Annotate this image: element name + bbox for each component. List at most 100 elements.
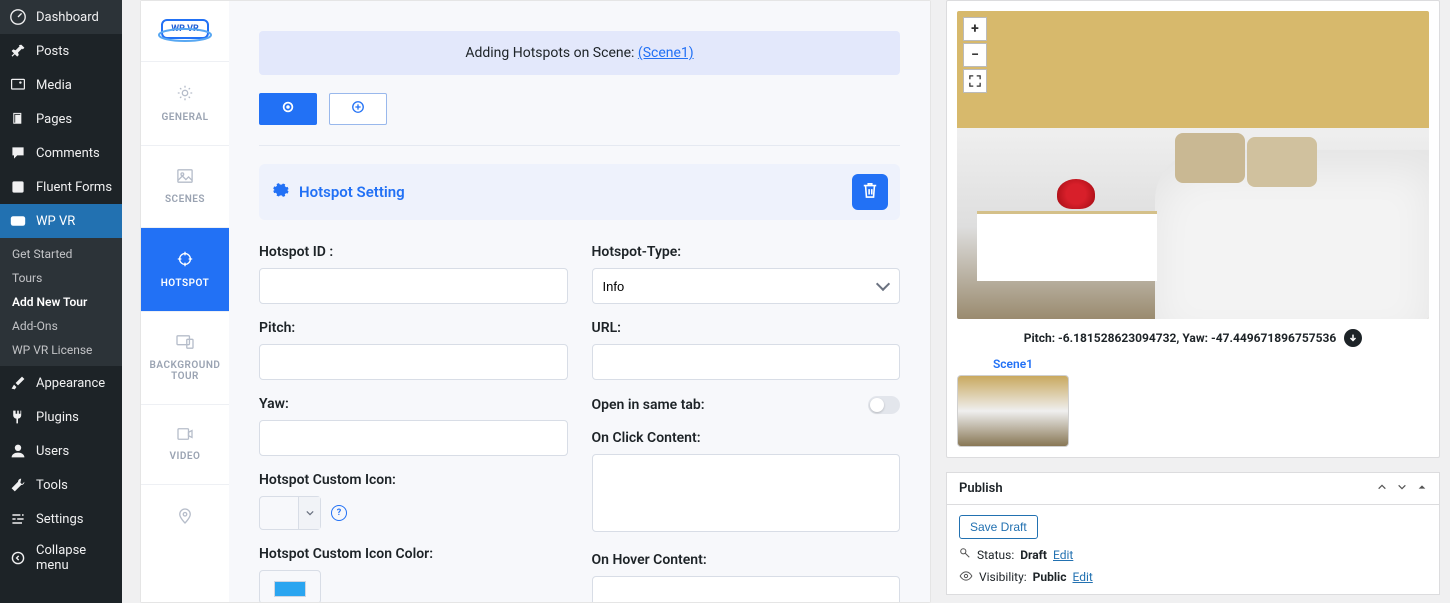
tab-more[interactable]	[141, 485, 229, 551]
trash-icon	[862, 181, 878, 203]
menu-label: Posts	[36, 44, 69, 59]
wpvr-logo: WP VR	[141, 1, 229, 62]
panorama-preview[interactable]: + −	[957, 11, 1429, 319]
menu-plugins[interactable]: Plugins	[0, 400, 122, 434]
menu-pages[interactable]: Pages	[0, 102, 122, 136]
chevron-up-icon[interactable]	[1377, 481, 1387, 496]
menu-label: Tools	[36, 478, 68, 493]
menu-label: Fluent Forms	[36, 180, 112, 195]
menu-label: Appearance	[36, 376, 105, 391]
vr-icon	[8, 211, 28, 231]
menu-wpvr[interactable]: WP VR	[0, 204, 122, 238]
on-hover-label: On Hover Content:	[592, 552, 901, 568]
submenu-tours[interactable]: Tours	[0, 266, 122, 290]
submenu-license[interactable]: WP VR License	[0, 338, 122, 362]
menu-label: Plugins	[36, 410, 79, 425]
page-icon	[8, 109, 28, 129]
location-icon	[178, 507, 192, 529]
open-same-tab-toggle[interactable]	[868, 396, 900, 414]
zoom-in-button[interactable]: +	[963, 17, 987, 41]
edit-visibility-link[interactable]: Edit	[1072, 570, 1092, 584]
media-icon	[8, 75, 28, 95]
url-input[interactable]	[592, 344, 901, 380]
target-icon	[176, 250, 194, 272]
menu-media[interactable]: Media	[0, 68, 122, 102]
delete-hotspot-button[interactable]	[852, 174, 888, 210]
hotspot-type-select[interactable]: Info	[592, 268, 901, 304]
brush-icon	[8, 373, 28, 393]
scene-thumbnail[interactable]	[957, 375, 1069, 447]
tab-general[interactable]: GENERAL	[141, 62, 229, 146]
sliders-icon	[8, 509, 28, 529]
menu-users[interactable]: Users	[0, 434, 122, 468]
icon-picker[interactable]	[259, 496, 321, 530]
hotspot-form: Hotspot ID : Pitch: Yaw: Hotspot Custom …	[259, 244, 900, 602]
arrow-down-icon[interactable]	[1344, 329, 1362, 347]
dashboard-icon	[8, 7, 28, 27]
menu-label: Collapse menu	[36, 543, 114, 573]
image-icon	[176, 168, 194, 188]
devices-icon	[175, 334, 195, 354]
chevron-down-icon	[298, 497, 320, 529]
submenu-get-started[interactable]: Get Started	[0, 242, 122, 266]
menu-comments[interactable]: Comments	[0, 136, 122, 170]
zoom-out-button[interactable]: −	[963, 43, 987, 67]
submenu-add-new-tour[interactable]: Add New Tour	[0, 290, 122, 314]
menu-label: Pages	[36, 112, 72, 127]
info-icon[interactable]: ?	[331, 505, 347, 521]
edit-status-link[interactable]: Edit	[1053, 548, 1073, 562]
on-click-label: On Click Content:	[592, 430, 901, 446]
hotspot-id-label: Hotspot ID :	[259, 244, 568, 260]
form-icon	[8, 177, 28, 197]
menu-fluent-forms[interactable]: Fluent Forms	[0, 170, 122, 204]
tab-scenes[interactable]: SCENES	[141, 146, 229, 228]
scene-thumbnails: Scene1	[957, 357, 1429, 447]
yaw-input[interactable]	[259, 420, 568, 456]
pitch-label: Pitch:	[259, 320, 568, 336]
add-hotspot-button[interactable]	[329, 93, 387, 125]
divider	[259, 145, 900, 146]
chevron-down-icon[interactable]	[1397, 481, 1407, 496]
menu-dashboard[interactable]: Dashboard	[0, 0, 122, 34]
decor-pillow	[1247, 137, 1317, 187]
custom-icon-color-label: Hotspot Custom Icon Color:	[259, 546, 568, 562]
wpvr-submenu: Get Started Tours Add New Tour Add-Ons W…	[0, 238, 122, 366]
pitch-input[interactable]	[259, 344, 568, 380]
menu-label: Settings	[36, 512, 83, 527]
color-picker[interactable]	[259, 570, 321, 602]
visibility-value: Public	[1033, 570, 1067, 584]
tab-background-tour[interactable]: BACKGROUND TOUR	[141, 312, 229, 405]
fullscreen-button[interactable]	[963, 69, 987, 93]
current-hotspot-button[interactable]	[259, 93, 317, 125]
on-hover-textarea[interactable]	[592, 576, 901, 602]
submenu-addons[interactable]: Add-Ons	[0, 314, 122, 338]
caret-up-icon[interactable]	[1417, 481, 1427, 496]
publish-title: Publish	[959, 481, 1003, 496]
menu-label: Media	[36, 78, 72, 93]
admin-sidebar: Dashboard Posts Media Pages Comments Flu…	[0, 0, 122, 603]
gear-icon	[176, 84, 194, 106]
menu-label: Dashboard	[36, 10, 99, 25]
menu-appearance[interactable]: Appearance	[0, 366, 122, 400]
tab-hotspot[interactable]: HOTSPOT	[141, 228, 229, 312]
pin-icon	[8, 41, 28, 61]
save-draft-button[interactable]: Save Draft	[959, 515, 1038, 539]
gear-icon	[271, 181, 289, 203]
scene-banner: Adding Hotspots on Scene: (Scene1)	[259, 31, 900, 75]
tab-label: BACKGROUND TOUR	[147, 360, 223, 382]
decor-table	[977, 211, 1157, 281]
publish-panel: Publish Save Draft Status: Draft Edit	[946, 472, 1440, 595]
menu-collapse[interactable]: Collapse menu	[0, 536, 122, 580]
vertical-tabs: WP VR GENERAL SCENES HOTSPOT BACKGROUND …	[141, 1, 229, 602]
menu-posts[interactable]: Posts	[0, 34, 122, 68]
banner-prefix: Adding Hotspots on Scene:	[465, 45, 638, 61]
tab-video[interactable]: VIDEO	[141, 405, 229, 485]
menu-tools[interactable]: Tools	[0, 468, 122, 502]
hotspot-id-input[interactable]	[259, 268, 568, 304]
banner-scene-link[interactable]: (Scene1)	[638, 45, 694, 61]
status-value: Draft	[1020, 548, 1047, 562]
on-click-textarea[interactable]	[592, 454, 901, 532]
menu-settings[interactable]: Settings	[0, 502, 122, 536]
plus-icon	[351, 100, 365, 118]
decor-pillow	[1175, 133, 1245, 183]
